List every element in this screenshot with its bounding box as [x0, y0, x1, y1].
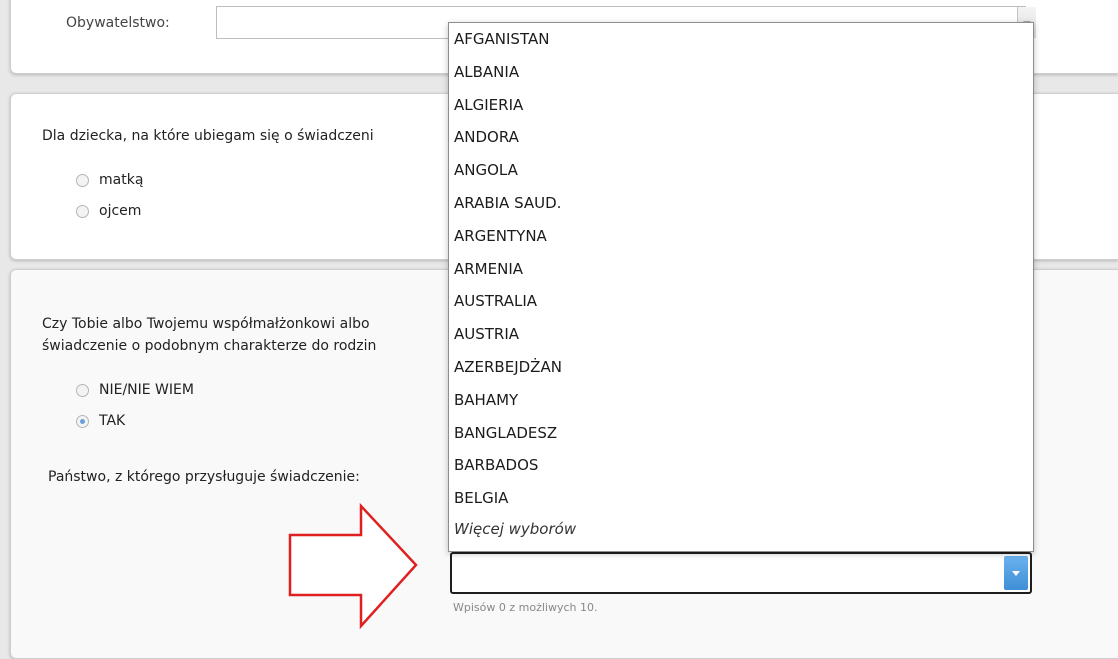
country-combobox-input[interactable]	[450, 552, 1032, 594]
dropdown-option[interactable]: BAHAMY	[449, 384, 1033, 417]
dropdown-option[interactable]: ALBANIA	[449, 56, 1033, 89]
dropdown-option[interactable]: AZERBEJDŻAN	[449, 351, 1033, 384]
parent-question: Dla dziecka, na które ubiegam się o świa…	[42, 128, 374, 144]
radio-option-tak[interactable]: TAK	[76, 413, 125, 429]
dropdown-option[interactable]: ANDORA	[449, 121, 1033, 154]
radio-ojcem-label: ojcem	[99, 203, 142, 219]
radio-option-ojcem[interactable]: ojcem	[76, 203, 141, 219]
citizenship-label: Obywatelstwo:	[66, 15, 170, 31]
radio-tak[interactable]	[76, 414, 89, 428]
country-label: Państwo, z którego przysługuje świadczen…	[48, 469, 360, 485]
dropdown-option[interactable]: ANGOLA	[449, 154, 1033, 187]
right-arrow-icon	[288, 502, 418, 630]
dropdown-option[interactable]: ARGENTYNA	[449, 220, 1033, 253]
radio-option-nie[interactable]: NIE/NIE WIEM	[76, 382, 194, 398]
dropdown-option[interactable]: AFGANISTAN	[449, 23, 1033, 56]
benefit-question-line2: świadczenie o podobnym charakterze do ro…	[42, 338, 377, 354]
dropdown-option[interactable]: ARMENIA	[449, 253, 1033, 286]
country-dropdown-button[interactable]	[1004, 556, 1028, 590]
dropdown-option[interactable]: AUSTRIA	[449, 318, 1033, 351]
country-dropdown-list[interactable]: AFGANISTAN ALBANIA ALGIERIA ANDORA ANGOLA ARA…	[448, 22, 1034, 552]
radio-nie-label: NIE/NIE WIEM	[99, 382, 194, 398]
dropdown-option[interactable]: ALGIERIA	[449, 89, 1033, 122]
dropdown-option[interactable]: AUSTRALIA	[449, 285, 1033, 318]
entries-hint: Wpisów 0 z możliwych 10.	[453, 601, 598, 614]
radio-nie[interactable]	[76, 383, 89, 397]
benefit-question-line1: Czy Tobie albo Twojemu współmałżonkowi a…	[42, 316, 370, 332]
chevron-down-icon	[1012, 571, 1020, 576]
radio-matka[interactable]	[76, 173, 89, 187]
radio-ojcem[interactable]	[76, 204, 89, 218]
dropdown-option[interactable]: BANGLADESZ	[449, 417, 1033, 450]
dropdown-option[interactable]: BELGIA	[449, 482, 1033, 515]
dropdown-option[interactable]: BARBADOS	[449, 449, 1033, 482]
dropdown-option[interactable]: ARABIA SAUD.	[449, 187, 1033, 220]
more-choices-option[interactable]: Więcej wyborów	[449, 515, 1033, 541]
radio-matka-label: matką	[99, 172, 144, 188]
radio-tak-label: TAK	[99, 413, 126, 429]
radio-option-matka[interactable]: matką	[76, 172, 143, 188]
country-options: AFGANISTAN ALBANIA ALGIERIA ANDORA ANGOLA ARA…	[449, 23, 1033, 541]
